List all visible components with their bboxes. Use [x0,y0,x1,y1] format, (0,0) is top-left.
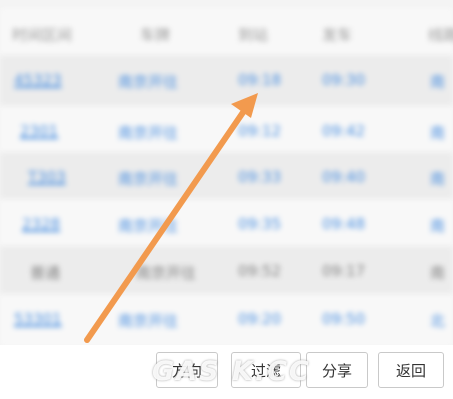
time-cell[interactable]: 09:50 [322,310,365,328]
column-header: 线路 [428,26,453,44]
train-number-cell[interactable]: 普通 [30,262,60,283]
route-cell[interactable]: 南京开往 [118,71,178,92]
station-cell[interactable]: 南 [430,215,445,236]
station-cell[interactable]: 南 [430,71,445,92]
table-row[interactable]: T303 南京开往 09:33 09:40 南 [0,152,453,204]
time-cell[interactable]: 09:42 [322,122,365,140]
time-cell[interactable]: 09:35 [238,215,281,233]
time-cell[interactable]: 09:30 [322,71,365,89]
share-button[interactable]: 分享 [306,352,368,388]
train-number-link[interactable]: 45323 [14,71,62,89]
time-cell[interactable]: 09:20 [238,310,281,328]
time-cell[interactable]: 09:18 [238,71,281,89]
route-cell[interactable]: 南京开往 [118,122,178,143]
table-row[interactable]: 2328 南京开往 09:35 09:48 南 [0,199,453,251]
train-number-link[interactable]: T303 [28,168,66,186]
time-cell[interactable]: 09:48 [322,215,365,233]
column-header: 时间区间 [12,26,73,44]
route-cell[interactable]: 南京开往 [118,310,178,331]
train-number-link[interactable]: 2301 [20,122,58,140]
table-row[interactable]: 普通 南京开往 09:52 09:17 南 [0,246,453,298]
train-number-link[interactable]: 53301 [14,310,62,328]
time-cell[interactable]: 09:12 [238,122,281,140]
table-row[interactable]: 2301 南京开往 09:12 09:42 南 [0,106,453,158]
column-header: 到站 [238,26,269,44]
column-header: 发车 [322,26,353,44]
results-table: 时间区间 车牌 到站 发车 线路 45323 南京开往 09:18 09:30 … [0,0,453,346]
table-row[interactable]: 45323 南京开往 09:18 09:30 南 [0,55,453,107]
time-cell[interactable]: 09:52 [238,262,281,280]
station-cell[interactable]: 北 [430,310,445,331]
time-cell[interactable]: 09:17 [322,262,365,280]
route-cell[interactable]: 南京开往 [136,262,196,283]
table-row[interactable]: 53301 南京开往 09:20 09:50 北 [0,294,453,346]
route-cell[interactable]: 南京开往 [118,168,178,189]
table-header: 时间区间 车牌 到站 发车 线路 [0,8,453,60]
station-cell[interactable]: 南 [430,122,445,143]
station-cell[interactable]: 南 [430,168,445,189]
watermark: GAS K.CC [152,356,311,387]
route-cell[interactable]: 南京开往 [118,215,178,236]
time-cell[interactable]: 09:33 [238,168,281,186]
station-cell[interactable]: 南 [430,262,445,283]
time-cell[interactable]: 09:40 [322,168,365,186]
back-button[interactable]: 返回 [378,352,444,388]
train-number-link[interactable]: 2328 [22,215,60,233]
column-header: 车牌 [140,26,171,44]
